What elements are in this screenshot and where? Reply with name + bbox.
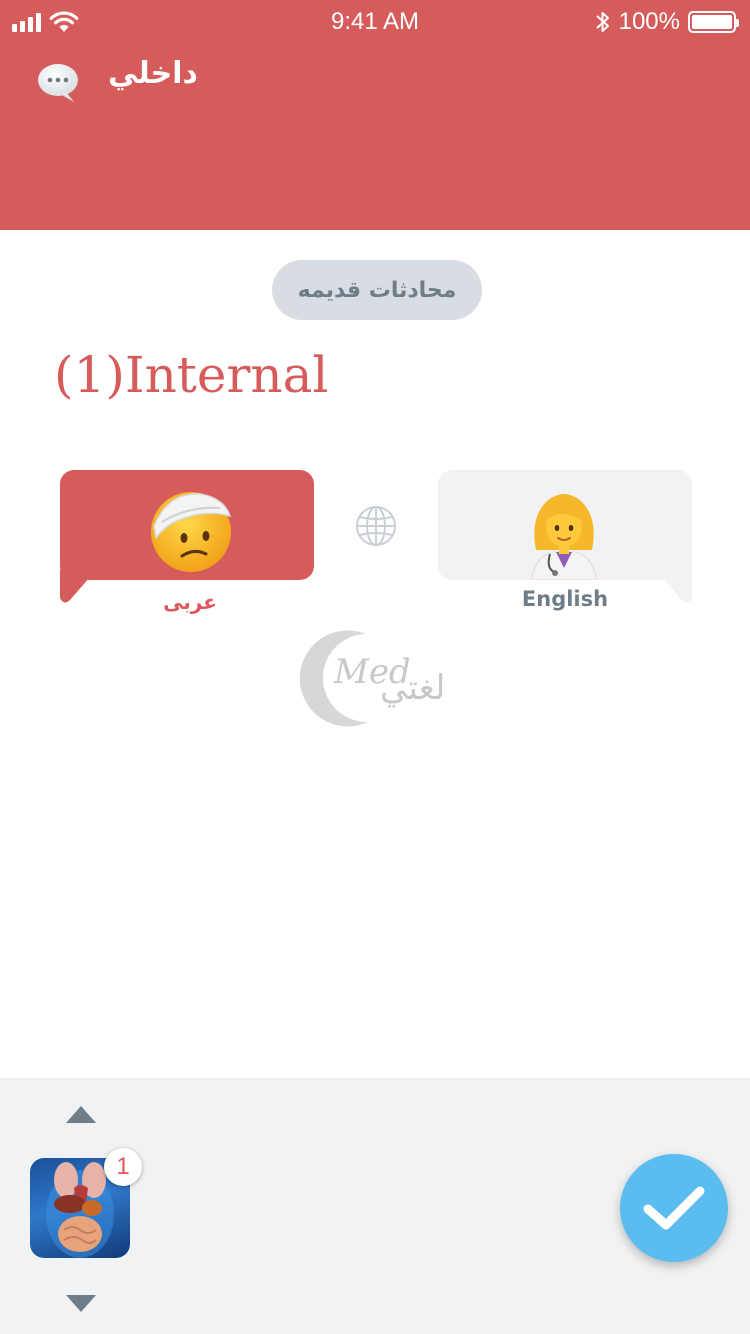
confirm-button[interactable] bbox=[620, 1154, 728, 1262]
old-conversations-button[interactable]: محادثات قديمه bbox=[272, 260, 482, 320]
triangle-down-icon[interactable] bbox=[66, 1295, 96, 1312]
page-title: داخلي bbox=[108, 56, 198, 91]
status-bar: 9:41 AM 100% bbox=[0, 0, 750, 44]
checkmark-icon bbox=[643, 1186, 705, 1230]
battery-percent: 100% bbox=[618, 8, 680, 35]
battery-icon bbox=[688, 11, 739, 33]
speech-bubble-icon[interactable] bbox=[36, 62, 82, 104]
head-bandage-emoji bbox=[151, 492, 232, 572]
bluetooth-icon bbox=[595, 12, 609, 32]
header: 9:41 AM 100% داخلي bbox=[0, 0, 750, 230]
triangle-up-icon[interactable] bbox=[66, 1106, 96, 1123]
patient-language-label: عربى bbox=[163, 590, 217, 614]
woman-health-worker-emoji bbox=[531, 494, 597, 580]
globe-icon[interactable] bbox=[354, 504, 398, 548]
doctor-language-label: English bbox=[521, 587, 609, 611]
notification-badge: 1 bbox=[104, 1148, 142, 1186]
conversation-title: (1)Internal bbox=[54, 346, 329, 404]
logo-arabic-text: لغتي bbox=[380, 668, 446, 708]
